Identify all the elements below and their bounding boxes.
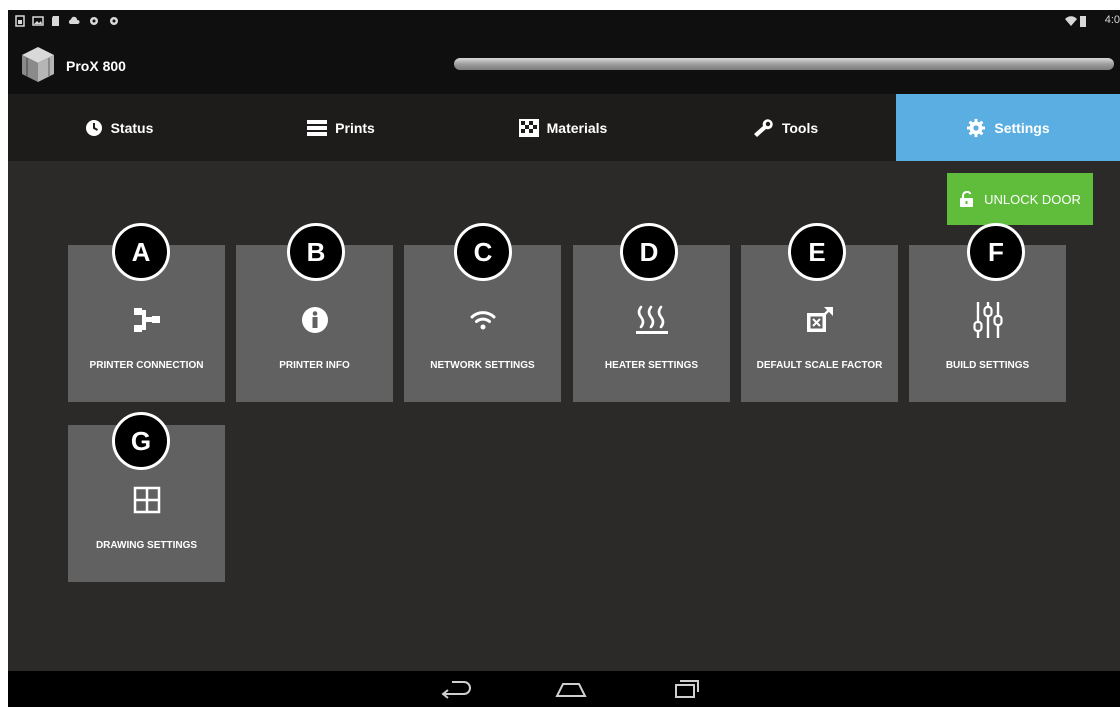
gear-icon	[967, 118, 986, 137]
wifi-icon	[404, 303, 561, 337]
marker-b: B	[287, 223, 345, 281]
tile-label: PRINTER INFO	[279, 360, 350, 371]
sim-icon	[15, 15, 25, 27]
status-time: 4:0	[1104, 14, 1120, 26]
info-icon	[236, 303, 393, 337]
marker-e: E	[788, 223, 846, 281]
gear-icon	[110, 17, 118, 25]
app-bar: ProX 800	[8, 34, 1120, 94]
home-icon	[555, 683, 587, 697]
heater-icon	[573, 303, 730, 337]
tab-status[interactable]: Status	[8, 94, 230, 161]
device-screen: 4:0 ProX 800 Status Prints Materials Too…	[8, 10, 1120, 707]
gear-icon	[90, 17, 98, 25]
tile-label: PRINTER CONNECTION	[89, 360, 204, 371]
unlock-door-button[interactable]: UNLOCK DOOR	[947, 173, 1093, 225]
recents-icon	[675, 680, 699, 698]
list-icon	[307, 119, 328, 136]
grid-icon	[68, 483, 225, 517]
tile-label: DEFAULT SCALE FACTOR	[756, 360, 883, 371]
tab-tools[interactable]: Tools	[674, 94, 896, 161]
progress-bar	[454, 58, 1114, 70]
tile-label: DRAWING SETTINGS	[95, 540, 198, 551]
recents-button[interactable]	[665, 675, 705, 703]
marker-a: A	[112, 223, 170, 281]
cloud-icon	[68, 16, 80, 24]
image-icon	[32, 16, 44, 26]
printer-logo-icon	[22, 47, 54, 82]
wrench-icon	[753, 118, 773, 137]
clock-icon	[85, 119, 102, 136]
home-button[interactable]	[551, 675, 591, 703]
tab-label: Status	[110, 119, 154, 136]
battery-icon	[1080, 16, 1086, 27]
tab-prints[interactable]: Prints	[230, 94, 452, 161]
sliders-icon	[909, 302, 1066, 338]
tab-label: Tools	[781, 119, 819, 136]
navigation-bar	[8, 671, 1120, 707]
scale-icon	[741, 303, 898, 337]
checker-icon	[518, 118, 539, 137]
tab-label: Materials	[546, 119, 608, 136]
sd-card-icon	[52, 16, 59, 26]
tab-settings[interactable]: Settings	[896, 94, 1120, 161]
marker-g: G	[112, 412, 170, 470]
back-button[interactable]	[437, 675, 477, 703]
tile-label: NETWORK SETTINGS	[430, 360, 535, 371]
tab-bar: Status Prints Materials Tools Settings	[8, 94, 1120, 161]
tab-label: Settings	[994, 119, 1050, 136]
tile-label: BUILD SETTINGS	[945, 360, 1030, 371]
tab-materials[interactable]: Materials	[452, 94, 674, 161]
unlock-door-label: UNLOCK DOOR	[984, 191, 1081, 207]
status-bar: 4:0	[8, 10, 1120, 34]
connection-icon	[68, 303, 225, 337]
marker-d: D	[620, 223, 678, 281]
tab-label: Prints	[335, 119, 375, 136]
marker-f: F	[967, 223, 1025, 281]
back-icon	[441, 681, 471, 699]
wifi-icon	[1065, 16, 1077, 26]
marker-c: C	[454, 223, 512, 281]
tile-label: HEATER SETTINGS	[604, 360, 699, 371]
app-title: ProX 800	[66, 58, 126, 74]
unlock-icon	[960, 191, 974, 207]
